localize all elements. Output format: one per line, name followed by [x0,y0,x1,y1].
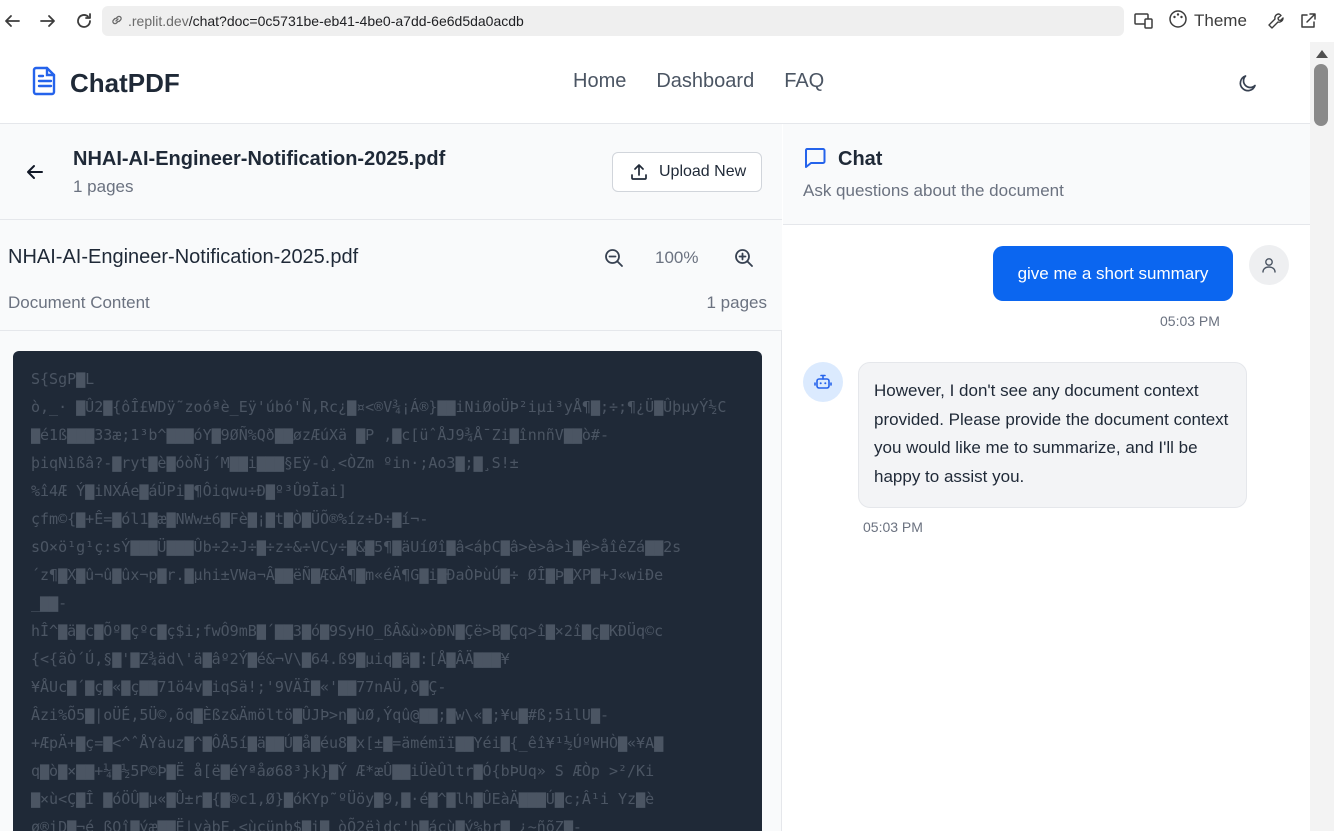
document-panel: NHAI-AI-Engineer-Notification-2025.pdf 1… [0,124,782,831]
app-header: ChatPDF Home Dashboard FAQ [0,42,1310,124]
user-message-text: give me a short summary [1017,263,1209,283]
document-title: NHAI-AI-Engineer-Notification-2025.pdf [73,148,446,170]
chat-bubble-icon [803,146,829,172]
content-line: {<{ãÒ´Ú,§▇'▇Z¾äd\'ä▇âº2Ý▇é&¬V\▇64.ß9▇µiq… [31,650,510,668]
upload-icon [631,164,647,180]
forward-arrow-icon[interactable] [36,9,60,33]
palette-icon [1168,9,1188,34]
theme-label: Theme [1194,11,1247,30]
moon-icon[interactable] [1237,72,1261,96]
app-logo[interactable]: ChatPDF [32,66,180,101]
zoom-in-icon[interactable] [733,247,755,269]
back-arrow-icon[interactable] [24,161,48,185]
app-name: ChatPDF [70,68,180,98]
content-line: q▇ò▇×▇▇+¼▇½5P©Þ▇Ë å[ë▇éYªåø68³}k}▇Ý Æ*æÛ… [31,762,655,780]
content-line: Âzi%Õ5▇|oÜÉ,5Ü©,õq▇Èßz&Ämöltö▇ÛJÞ>n▇ùØ,Ý… [31,706,609,724]
content-line: ¥ÅUc▇´▇ç▇«▇ç▇▇71ö4v▇iqSä!;'9VÄÎ▇«'▇▇77nA… [31,678,447,696]
assistant-message-time: 05:03 PM [863,519,923,535]
content-line: +ÆpÄ+▇ç=▇<^ˆÅYàuz▇^▇ÔÅ5í▇ä▇▇Ú▇å▇éu8▇x[±▇… [31,734,664,752]
content-line: %î4Æ Ý▇iNXÁe▇áÜPi▇¶Ôiqwu÷Ð▇º³Û9Ïai] [31,482,348,500]
content-line: hÎ^▇ä▇c▇Õº▇çºc▇ç$i;fwÔ9mB▇´▇▇3▇ó▇9SyHO_ß… [31,622,664,640]
url-host: .replit.dev [128,13,189,29]
theme-menu[interactable]: Theme [1168,9,1247,34]
chat-panel: Chat Ask questions about the document gi… [783,124,1310,831]
open-new-tab-icon[interactable] [1298,10,1318,32]
document-content-label: Document Content [8,293,150,312]
zoom-level: 100% [655,248,699,267]
scroll-up-arrow-icon[interactable] [1316,50,1328,58]
chat-title: Chat [838,148,883,170]
chat-subtitle: Ask questions about the document [803,181,1064,200]
chat-header: Chat Ask questions about the document [783,124,1310,225]
url-path: /chat?doc=0c5731be-eb41-4be0-a7dd-6e6d5d… [188,13,524,29]
content-line: ò‚_· ▇Û2▇{ôÎ£WDÿ˜zoóªè_Eÿ'úbó'Ñ,Rc¿▇¤<®V… [31,398,727,416]
upload-new-button[interactable]: Upload New [612,152,762,192]
viewer-page-count: 1 pages [706,293,768,312]
content-line: ▇×ù<Ç▇Î ▇óÖÛ▇µ«▇Û±r▇{▇®c1,Ø}▇óKYp˜ºÜöy▇9… [31,790,655,808]
user-message-time: 05:03 PM [1160,313,1220,329]
reload-icon[interactable] [72,9,96,33]
document-page-count: 1 pages [73,177,134,196]
nav-dashboard[interactable]: Dashboard [656,70,754,93]
zoom-out-icon[interactable] [603,247,625,269]
address-bar[interactable]: .replit.dev/chat?doc=0c5731be-eb41-4be0-… [102,6,1124,36]
page-scrollbar[interactable] [1310,42,1334,831]
content-line: þiqNìßâ?-▇ryt▇è▇óòÑj´M▇▇i▇▇▇§Eÿ-û¸<ÒZm º… [31,454,519,472]
bot-icon [814,374,832,389]
scrollbar-thumb[interactable] [1314,64,1328,126]
content-line: _▇▇- [31,594,68,612]
viewer-title: NHAI-AI-Engineer-Notification-2025.pdf [8,246,359,268]
devices-icon[interactable] [1134,10,1154,32]
document-icon [32,66,58,101]
content-line: sO×ö¹g¹ç:sÝ▇▇▇Ü▇▇▇Ûb÷2÷J÷▇÷z÷&÷VCy÷▇&▇5¶… [31,538,682,556]
nav-faq[interactable]: FAQ [784,70,824,93]
content-line: ´z¶▇X▇û¬û▇ûx¬p▇r.▇µhi±VWa¬Â▇▇ëÑ▇Æ&Å¶▇m«é… [31,566,664,584]
content-line: çfm©{▇+Ê=▇ól1▇æ▇NWw±6▇Fè▇¡▇t▇Ò▇ÜÕ®%íz÷D÷… [31,510,429,528]
user-message: give me a short summary [993,246,1233,301]
content-line: ø®iD▇¬é ßOî▇ýæ▇▇Ë|yàbE,<ùcünb$▇i▇_òÕ2ëìd… [31,818,582,831]
document-content-view[interactable]: S{SgP▇L ò‚_· ▇Û2▇{ôÎ£WDÿ˜zoóªè_Eÿ'úbó'Ñ,… [13,351,762,831]
content-line: S{SgP▇L [31,370,95,388]
bot-avatar [803,362,843,402]
content-line: ▇é1ß▇▇▇33æ;1³b^▇▇▇óY▇9ØÑ%Qð▇▇øzÆúXä ▇P ,… [31,426,609,444]
nav-home[interactable]: Home [573,70,626,93]
assistant-message-text: However, I don't see any document contex… [874,381,1229,486]
back-arrow-icon[interactable] [0,9,24,33]
user-icon [1262,258,1276,273]
viewer-toolbar: NHAI-AI-Engineer-Notification-2025.pdf 1… [0,220,782,331]
upload-new-label: Upload New [659,163,747,180]
document-header: NHAI-AI-Engineer-Notification-2025.pdf 1… [0,124,782,220]
assistant-message: However, I don't see any document contex… [858,362,1247,508]
user-avatar [1249,245,1289,285]
link-icon [110,13,124,30]
main-nav: Home Dashboard FAQ [573,70,824,93]
wrench-icon[interactable] [1266,10,1286,32]
browser-toolbar: .replit.dev/chat?doc=0c5731be-eb41-4be0-… [0,0,1334,42]
